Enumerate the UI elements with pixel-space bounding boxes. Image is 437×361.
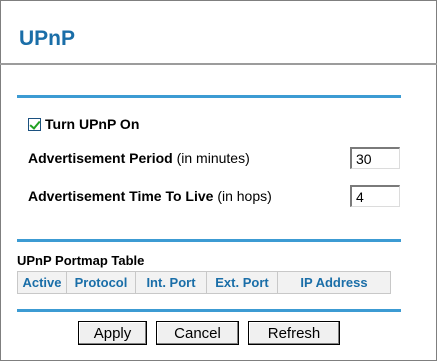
cancel-button[interactable]: Cancel — [156, 321, 239, 345]
section-divider-bottom — [17, 309, 401, 312]
portmap-table: Active Protocol Int. Port Ext. Port IP A… — [17, 271, 391, 294]
adv-ttl-label: Advertisement Time To Live (in hops) — [28, 188, 272, 204]
col-header-active: Active — [17, 271, 67, 294]
turn-upnp-on-label: Turn UPnP On — [45, 116, 139, 132]
adv-ttl-label-bold: Advertisement Time To Live — [28, 188, 214, 204]
refresh-button[interactable]: Refresh — [248, 321, 340, 345]
title-divider — [0, 63, 437, 65]
adv-period-input[interactable]: 30 — [350, 147, 400, 169]
col-header-protocol: Protocol — [66, 271, 136, 294]
page-frame — [0, 0, 437, 361]
adv-period-label-bold: Advertisement Period — [28, 150, 173, 166]
turn-upnp-on-checkbox[interactable] — [28, 118, 41, 131]
adv-period-label-unit: (in minutes) — [172, 150, 250, 166]
adv-ttl-label-unit: (in hops) — [213, 188, 272, 204]
turn-upnp-on-text: Turn UPnP On — [45, 116, 140, 132]
portmap-header-row: Active Protocol Int. Port Ext. Port IP A… — [17, 271, 391, 294]
col-header-ip-address: IP Address — [277, 271, 391, 294]
section-divider-top — [17, 95, 401, 98]
apply-button[interactable]: Apply — [78, 321, 147, 345]
adv-ttl-input[interactable]: 4 — [350, 185, 400, 207]
col-header-ext-port: Ext. Port — [206, 271, 278, 294]
adv-period-label: Advertisement Period (in minutes) — [28, 150, 250, 166]
section-divider-middle — [17, 239, 401, 242]
page-title: UPnP — [19, 27, 76, 50]
col-header-int-port: Int. Port — [135, 271, 207, 294]
portmap-table-title: UPnP Portmap Table — [17, 253, 145, 268]
